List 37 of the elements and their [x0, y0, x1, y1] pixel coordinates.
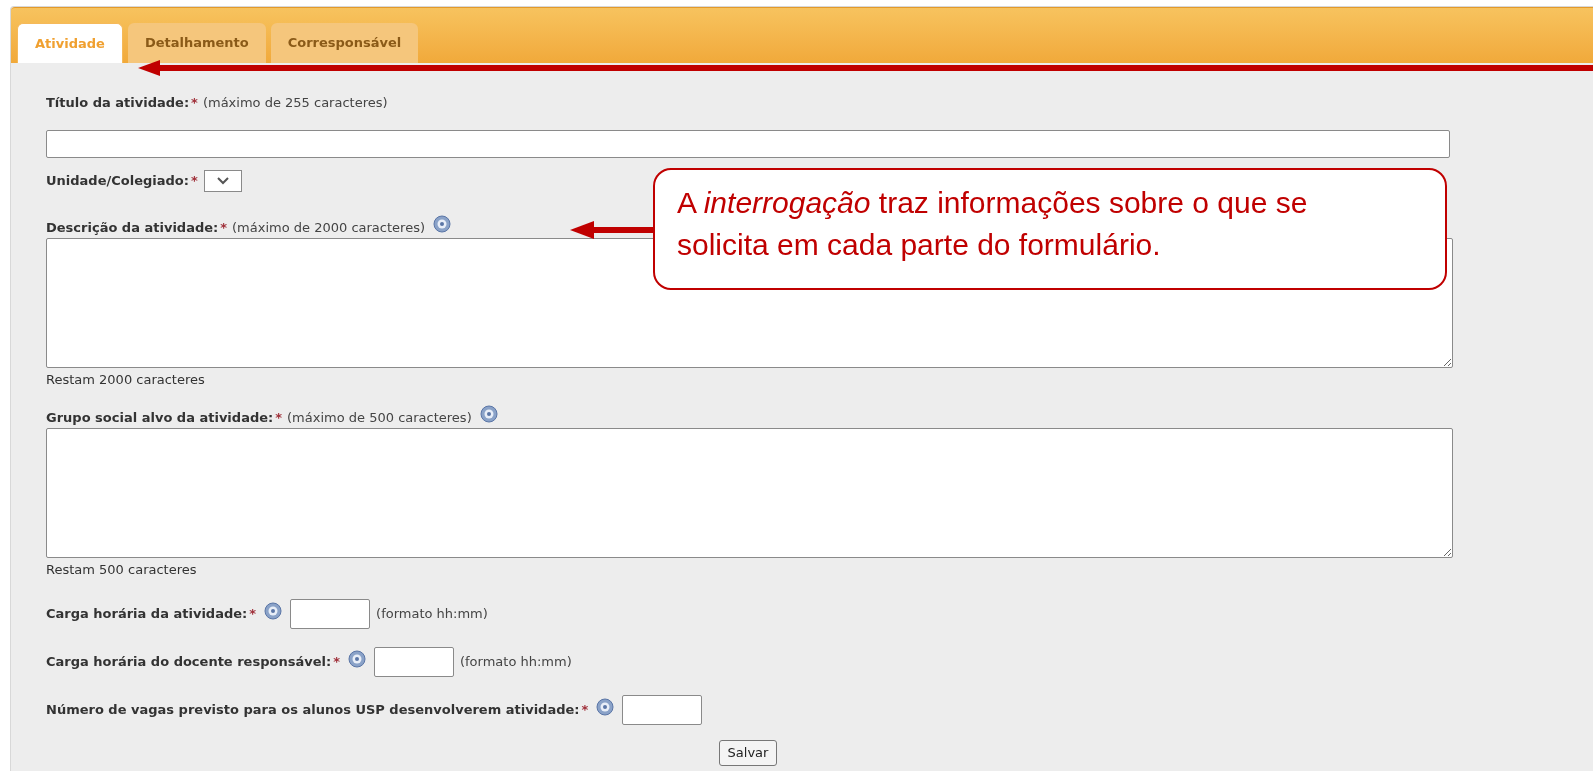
chevron-down-icon [215, 175, 230, 186]
time-input[interactable] [373, 646, 454, 677]
time-input[interactable] [290, 598, 371, 629]
required-mark: * [191, 94, 198, 112]
tab[interactable]: Atividade [17, 23, 123, 63]
format-hint: (formato hh:mm) [376, 604, 488, 623]
field-label: Grupo social alvo da atividade: [46, 408, 274, 427]
field-label: Carga horária do docente responsável: [46, 652, 332, 671]
char-counter: Restam 500 caracteres [46, 561, 198, 579]
help-icon[interactable] [479, 405, 498, 424]
tab[interactable]: Detalhamento [127, 23, 266, 63]
field-label: Carga horária da atividade: [46, 604, 248, 623]
field-label: Descrição da atividade: [46, 218, 219, 237]
required-mark: * [190, 171, 198, 190]
required-mark: * [581, 700, 589, 719]
dropdown[interactable] [203, 169, 242, 192]
field-label: Título da atividade: [46, 94, 190, 112]
required-mark: * [275, 408, 283, 427]
help-icon[interactable] [264, 601, 283, 620]
required-mark: * [220, 218, 228, 237]
field-hint: (máximo de 2000 caracteres) [232, 218, 425, 237]
help-icon[interactable] [433, 215, 451, 234]
field-hint: (máximo de 500 caracteres) [287, 408, 472, 427]
field-hint: (máximo de 255 caracteres) [202, 94, 388, 112]
format-hint: (formato hh:mm) [459, 652, 572, 671]
callout-text: A interrogação traz informações sobre o que se solicita em cada parte do formulário. [677, 185, 1309, 263]
required-mark: * [249, 604, 257, 623]
help-icon[interactable] [596, 697, 615, 716]
save-button[interactable]: Salvar [718, 739, 778, 766]
text-input[interactable] [46, 129, 1450, 158]
field-label: Unidade/Colegiado: [46, 171, 189, 190]
field-label: Número de vagas previsto para os alunos USP desenvolverem atividade: [46, 700, 580, 719]
tab[interactable]: Corresponsável [270, 23, 419, 63]
help-icon[interactable] [347, 649, 366, 668]
time-input[interactable] [622, 694, 703, 725]
char-counter: Restam 2000 caracteres [46, 371, 206, 389]
required-mark: * [333, 652, 340, 671]
